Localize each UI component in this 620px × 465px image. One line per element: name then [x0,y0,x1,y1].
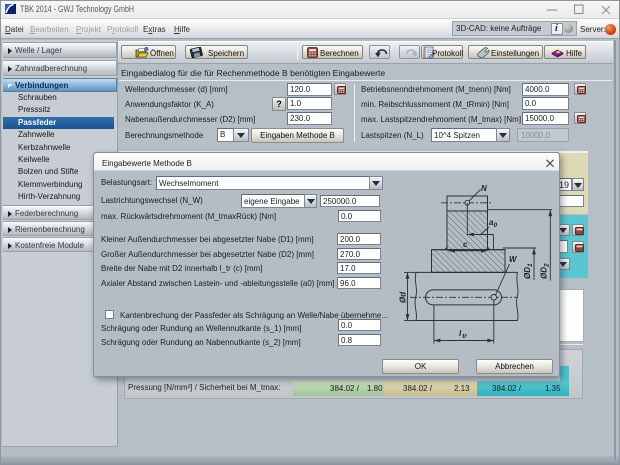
svg-text:W: W [509,255,518,264]
svg-text:a0: a0 [489,218,497,229]
svg-text:ØD1: ØD1 [523,263,534,279]
svg-text:N: N [481,184,487,193]
svg-text:ltr: ltr [459,329,467,340]
svg-text:c: c [463,240,468,249]
svg-text:ØD2: ØD2 [540,263,551,279]
svg-text:Ød: Ød [399,291,408,303]
